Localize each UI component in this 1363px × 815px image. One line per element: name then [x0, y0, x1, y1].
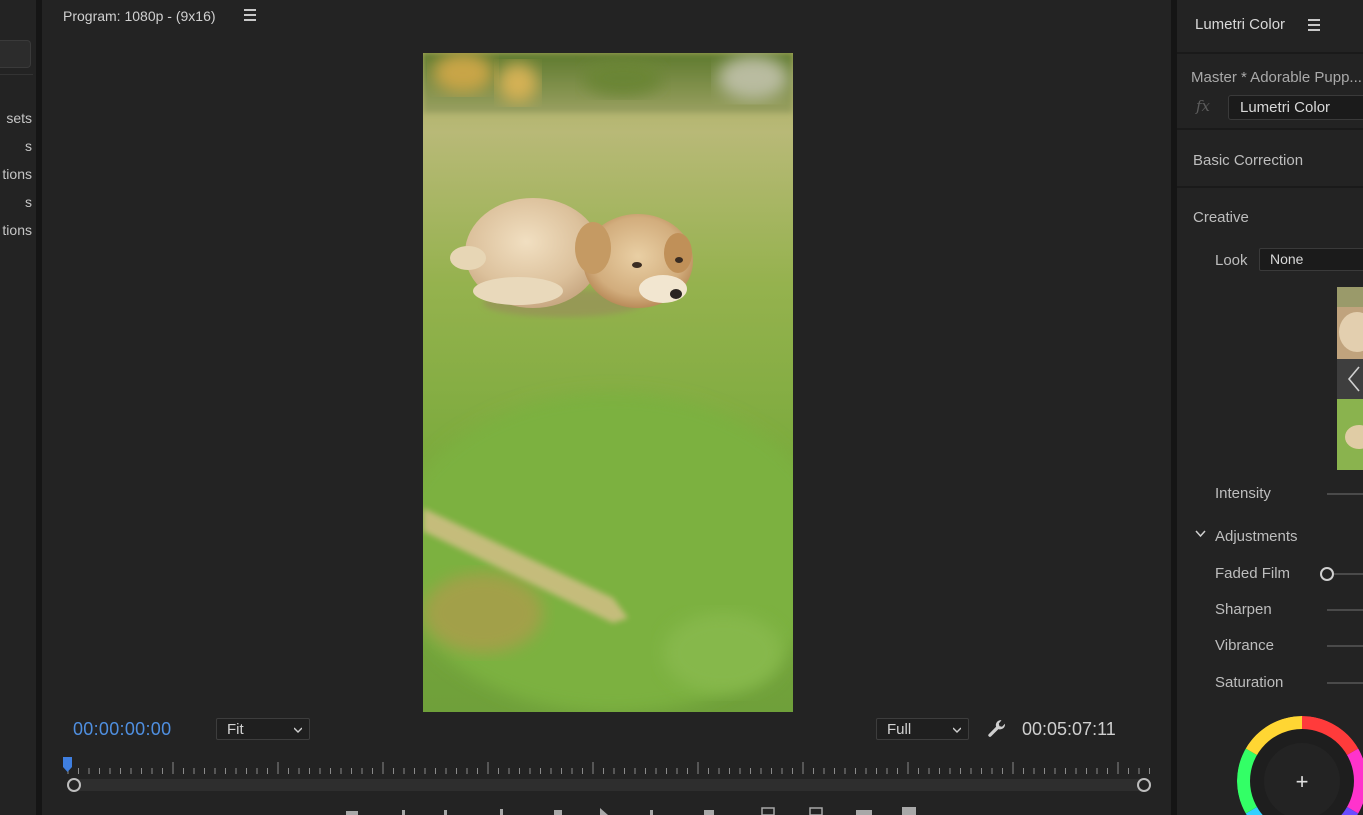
section-creative[interactable]: Creative	[1193, 209, 1249, 226]
section-basic-correction[interactable]: Basic Correction	[1193, 152, 1303, 169]
wrench-icon[interactable]	[986, 718, 1008, 740]
faded-film-label: Faded Film	[1215, 565, 1291, 582]
chevron-down-icon	[294, 727, 302, 733]
divider	[1177, 52, 1363, 54]
divider	[0, 74, 33, 75]
faded-film-slider-handle[interactable]	[1320, 567, 1334, 581]
faded-film-slider[interactable]	[1334, 573, 1363, 575]
panel-title[interactable]: Lumetri Color	[1195, 16, 1285, 33]
playhead-icon[interactable]	[63, 757, 72, 773]
playback-resolution-value: Full	[887, 721, 912, 738]
current-timecode[interactable]: 00:00:00:00	[73, 719, 171, 740]
chevron-down-icon[interactable]	[1195, 530, 1206, 538]
zoom-handle-left[interactable]	[67, 778, 81, 792]
zoom-handle-right[interactable]	[1137, 778, 1151, 792]
section-adjustments[interactable]: Adjustments	[1215, 528, 1298, 545]
look-dropdown[interactable]: None	[1259, 248, 1363, 271]
lumetri-color-panel: Lumetri Color Master * Adorable Pupp... …	[1177, 0, 1363, 815]
transport-controls[interactable]	[332, 805, 932, 815]
playback-resolution-dropdown[interactable]: Full	[876, 718, 969, 740]
effect-dropdown-value: Lumetri Color	[1240, 99, 1331, 116]
search-input[interactable]	[0, 40, 31, 68]
intensity-slider[interactable]	[1327, 493, 1363, 495]
shadow-tint-color-wheel[interactable]: +	[1237, 716, 1363, 815]
sharpen-label: Sharpen	[1215, 601, 1272, 618]
divider	[1177, 186, 1363, 188]
puppy-video-frame	[423, 53, 793, 712]
duration-timecode: 00:05:07:11	[1022, 719, 1116, 739]
sharpen-slider[interactable]	[1327, 609, 1363, 611]
program-monitor-title[interactable]: Program: 1080p - (9x16)	[63, 8, 216, 24]
left-list-item-1[interactable]: sets	[6, 110, 32, 126]
effect-dropdown[interactable]: Lumetri Color	[1228, 95, 1363, 120]
program-monitor: Program: 1080p - (9x16) 00:00:00:00 Fit …	[42, 0, 1171, 815]
project-panel: sets s tions s tions	[0, 0, 36, 815]
left-list-item-3[interactable]: tions	[2, 166, 32, 182]
look-label: Look	[1215, 252, 1248, 269]
left-list-item-4[interactable]: s	[25, 194, 32, 210]
clip-selector[interactable]: Master * Adorable Pupp...	[1191, 69, 1362, 86]
menu-icon[interactable]	[244, 9, 256, 23]
chevron-down-icon	[953, 727, 961, 733]
zoom-scroll-bar[interactable]	[73, 779, 1145, 791]
vibrance-label: Vibrance	[1215, 637, 1274, 654]
plus-icon: +	[1296, 769, 1309, 794]
video-preview	[423, 53, 793, 712]
fx-toggle[interactable]: fx	[1196, 97, 1210, 115]
saturation-label: Saturation	[1215, 674, 1284, 691]
menu-icon[interactable]	[1308, 19, 1320, 34]
divider	[1177, 128, 1363, 130]
vibrance-slider[interactable]	[1327, 645, 1363, 647]
look-dropdown-value: None	[1270, 251, 1304, 267]
time-ruler[interactable]	[64, 756, 1154, 776]
left-list-item-5[interactable]: tions	[2, 222, 32, 238]
zoom-level-value: Fit	[227, 721, 244, 738]
intensity-label: Intensity	[1215, 485, 1271, 502]
left-list-item-2[interactable]: s	[25, 138, 32, 154]
zoom-level-dropdown[interactable]: Fit	[216, 718, 310, 740]
look-preview-thumbnail[interactable]	[1337, 287, 1363, 470]
saturation-slider[interactable]	[1327, 682, 1363, 684]
